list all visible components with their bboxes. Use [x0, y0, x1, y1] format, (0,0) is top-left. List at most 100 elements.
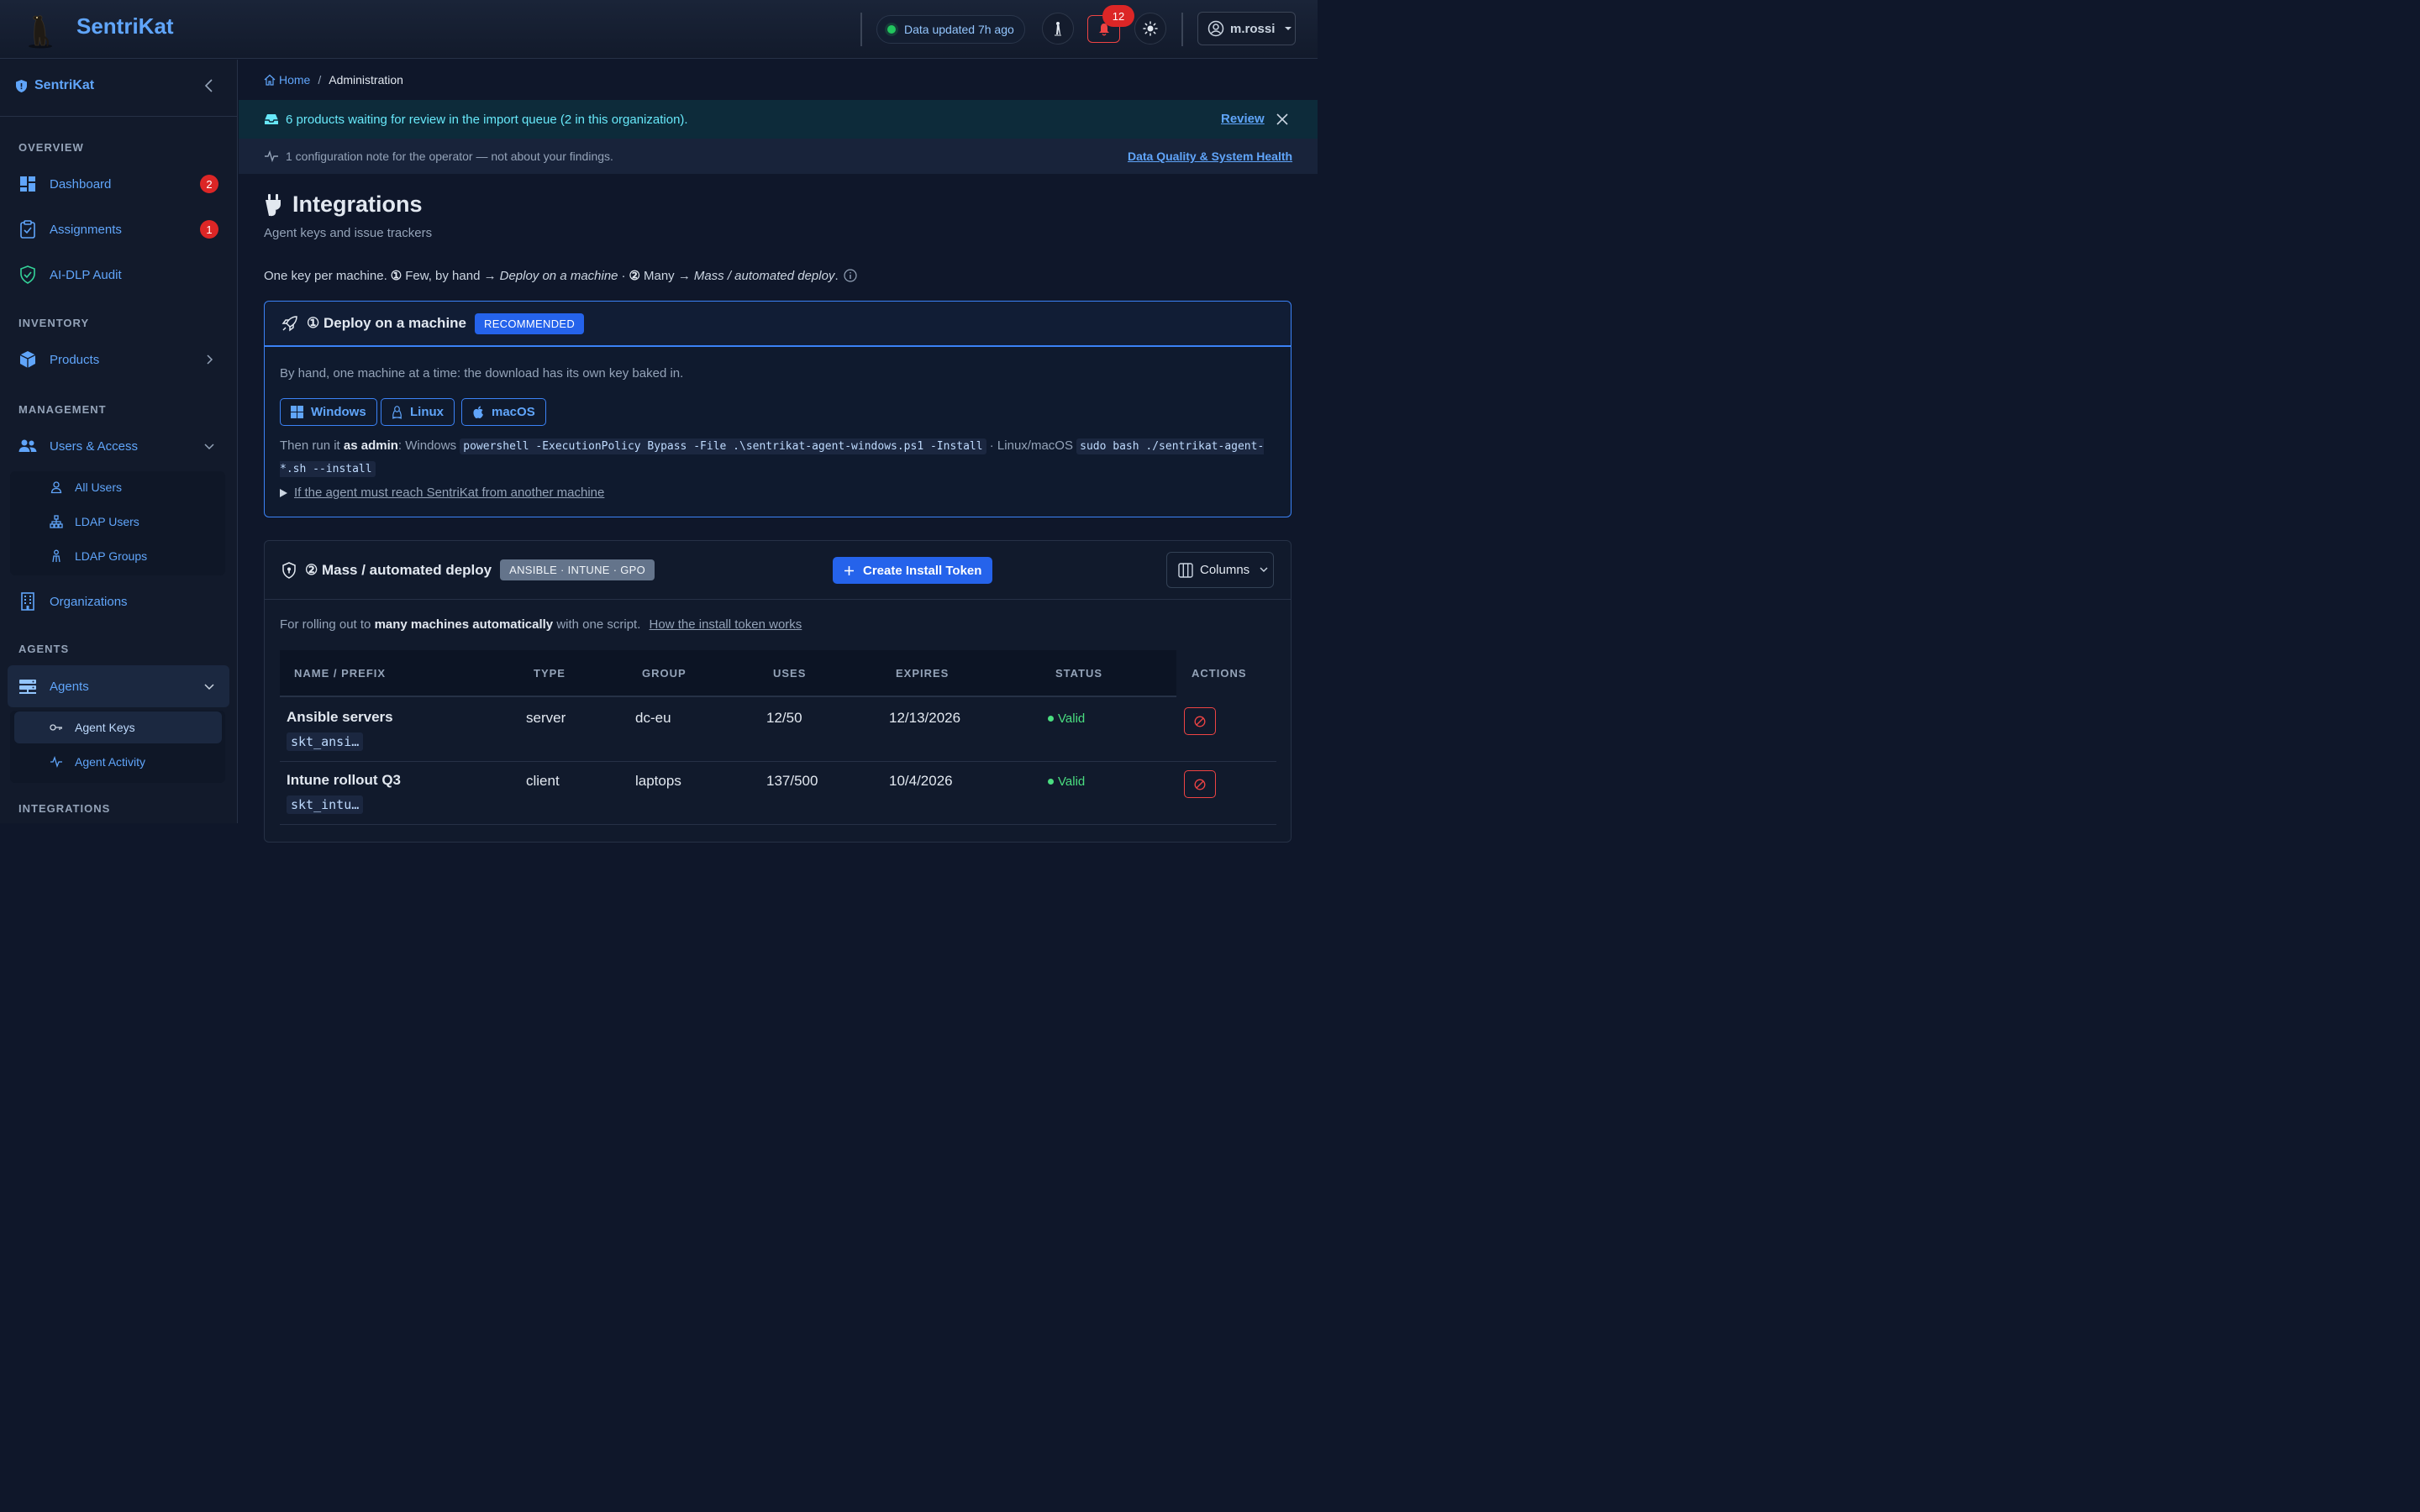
columns-label: Columns — [1200, 563, 1250, 577]
mass-deploy-title: ② Mass / automated deploy — [305, 561, 492, 578]
sidebar-section-inventory: INVENTORY — [18, 317, 90, 329]
import-queue-banner: 6 products waiting for review in the imp… — [239, 100, 1318, 139]
status-dot-icon — [887, 25, 896, 34]
intro-number: ② — [629, 269, 640, 283]
sidebar-item-ai-dlp-audit[interactable]: AI-DLP Audit — [8, 254, 229, 296]
status-dot-icon — [1048, 716, 1054, 722]
columns-menu-button[interactable]: Columns — [1166, 552, 1274, 588]
rocket-icon — [281, 316, 297, 332]
intro-emphasis: Deploy on a machine — [499, 268, 618, 283]
sidebar-item-all-users[interactable]: All Users — [14, 471, 222, 503]
intro-text: Few, by hand → — [405, 268, 497, 283]
intro-text: Many → — [643, 268, 691, 283]
breadcrumb-home-label: Home — [279, 73, 311, 87]
remote-agent-details-label: If the agent must reach SentriKat from a… — [294, 486, 605, 500]
status-label: Valid — [1058, 711, 1086, 726]
data-status-text: Data updated 7h ago — [904, 23, 1014, 36]
column-header-status[interactable]: STATUS — [1055, 667, 1102, 680]
table-header: NAME / PREFIX TYPE GROUP USES EXPIRES ST… — [280, 650, 1276, 697]
shield-icon — [16, 79, 27, 92]
table-row: Intune rollout Q3 skt_intu… client lapto… — [280, 762, 1276, 825]
sidebar-subitem-label: Agent Keys — [75, 721, 135, 734]
sidebar-item-agent-keys[interactable]: Agent Keys — [14, 711, 222, 743]
breadcrumb: Home / Administration — [264, 73, 403, 87]
sidebar-item-organizations[interactable]: Organizations — [8, 580, 229, 622]
inbox-icon — [265, 114, 278, 124]
meerkat-history-icon — [1055, 22, 1061, 36]
run-instructions: Then run it as admin: Windows powershell… — [280, 435, 1271, 480]
chevron-down-icon — [204, 444, 214, 450]
users-access-submenu: All Users LDAP Users LDAP Groups — [10, 471, 225, 575]
apple-icon — [473, 406, 483, 418]
token-name: Ansible servers — [287, 709, 393, 725]
desc-emphasis: many machines automatically — [374, 617, 554, 632]
sidebar-item-users-access[interactable]: Users & Access — [8, 425, 229, 467]
users-icon — [18, 437, 37, 455]
sidebar-item-label: Agents — [50, 679, 89, 694]
column-header-type[interactable]: TYPE — [534, 667, 566, 680]
user-circle-icon — [1207, 20, 1224, 37]
dashboard-icon — [18, 175, 37, 193]
sidebar-item-assignments[interactable]: Assignments 1 — [8, 208, 229, 250]
sidebar-divider — [0, 116, 238, 117]
download-macos-button[interactable]: macOS — [461, 398, 546, 426]
token-type: server — [526, 710, 566, 726]
column-header-actions: ACTIONS — [1192, 667, 1247, 680]
sidebar-brand[interactable]: SentriKat — [15, 78, 94, 93]
user-icon — [50, 481, 62, 494]
column-header-expires[interactable]: EXPIRES — [896, 667, 949, 680]
columns-icon — [1178, 562, 1193, 578]
sidebar-item-dashboard[interactable]: Dashboard 2 — [8, 163, 229, 205]
desc-text: For rolling out to — [280, 617, 371, 632]
create-install-token-button[interactable]: Create Install Token — [833, 557, 993, 584]
chevron-down-icon — [204, 684, 214, 690]
chevron-right-icon — [207, 354, 213, 365]
windows-command[interactable]: powershell -ExecutionPolicy Bypass -File… — [460, 438, 986, 454]
sidebar-item-products[interactable]: Products — [8, 339, 229, 381]
desc-text: with one script. — [556, 617, 641, 632]
sidebar-item-agents[interactable]: Agents — [8, 665, 229, 707]
status-badge: Valid — [1048, 774, 1085, 789]
remote-agent-details-toggle[interactable]: If the agent must reach SentriKat from a… — [280, 486, 604, 500]
revoke-token-button[interactable] — [1184, 707, 1216, 735]
sidebar-item-ldap-users[interactable]: LDAP Users — [14, 506, 222, 538]
revoke-token-button[interactable] — [1184, 770, 1216, 798]
ban-icon — [1194, 779, 1206, 790]
info-icon[interactable] — [844, 269, 857, 282]
review-link[interactable]: Review — [1221, 112, 1265, 126]
data-status-pill[interactable]: Data updated 7h ago — [876, 15, 1025, 44]
install-token-help-link[interactable]: How the install token works — [650, 617, 802, 632]
main-content: Home / Administration 6 products waiting… — [239, 60, 1318, 843]
deploy-on-machine-card: ① Deploy on a machine RECOMMENDED By han… — [264, 301, 1292, 517]
chevron-down-icon — [1260, 567, 1268, 572]
topbar-divider — [860, 13, 862, 46]
download-linux-button[interactable]: Linux — [381, 398, 455, 426]
config-note-banner: 1 configuration note for the operator — … — [239, 139, 1318, 174]
column-header-uses[interactable]: USES — [773, 667, 806, 680]
agents-submenu: Agent Keys Agent Activity — [10, 711, 225, 783]
import-queue-text: 6 products waiting for review in the imp… — [286, 112, 688, 127]
app-title[interactable]: SentriKat — [76, 13, 174, 39]
run-text: : Windows — [397, 438, 457, 453]
data-quality-link[interactable]: Data Quality & System Health — [1128, 150, 1292, 163]
plus-icon — [844, 565, 854, 575]
intro-guidance: One key per machine. ① Few, by hand → De… — [264, 268, 857, 283]
sidebar-item-ldap-groups[interactable]: LDAP Groups — [14, 540, 222, 572]
collapse-sidebar-icon[interactable] — [203, 78, 216, 93]
close-icon[interactable] — [1276, 113, 1288, 125]
column-header-group[interactable]: GROUP — [642, 667, 687, 680]
breadcrumb-home[interactable]: Home — [264, 73, 310, 87]
user-menu-button[interactable]: m.rossi — [1197, 12, 1296, 45]
sidebar-item-label: AI-DLP Audit — [50, 267, 122, 282]
column-header-name[interactable]: NAME / PREFIX — [294, 667, 386, 680]
actions-header-cell: ACTIONS — [1176, 650, 1276, 697]
sidebar-item-agent-activity[interactable]: Agent Activity — [14, 746, 222, 778]
token-uses: 137/500 — [766, 773, 818, 789]
intro-emphasis: Mass / automated deploy — [693, 268, 835, 283]
history-button[interactable] — [1042, 13, 1074, 45]
theme-toggle-button[interactable] — [1134, 13, 1166, 45]
page-subtitle: Agent keys and issue trackers — [264, 226, 433, 240]
meerkat-logo[interactable] — [24, 12, 57, 49]
clipboard-check-icon — [18, 220, 37, 239]
download-windows-button[interactable]: Windows — [280, 398, 377, 426]
